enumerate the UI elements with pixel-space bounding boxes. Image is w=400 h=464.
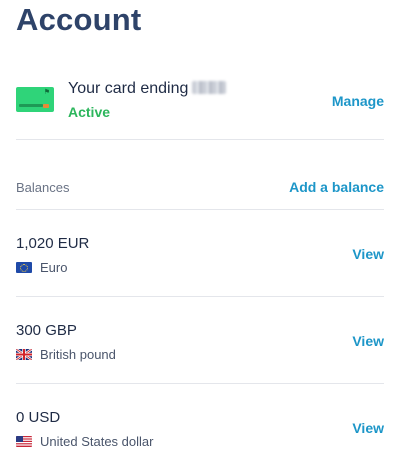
card-row: ⚑ Your card ending Active Manage bbox=[16, 78, 384, 126]
view-usd-button[interactable]: View bbox=[352, 420, 384, 436]
currency-name: Euro bbox=[40, 260, 68, 275]
balance-amount: 300 GBP bbox=[16, 322, 77, 339]
divider bbox=[16, 139, 384, 140]
balances-header: Balances Add a balance bbox=[16, 178, 384, 198]
card-title-label: Your card ending bbox=[68, 80, 189, 97]
card-title: Your card ending bbox=[68, 80, 227, 98]
balance-row-usd[interactable]: 0 USD United States dollar View bbox=[16, 409, 384, 464]
balance-amount: 0 USD bbox=[16, 409, 61, 426]
page-title: Account bbox=[16, 2, 142, 37]
balance-amount: 1,020 EUR bbox=[16, 235, 90, 252]
card-stripe bbox=[19, 104, 43, 107]
currency-name: United States dollar bbox=[40, 434, 154, 449]
currency-name: British pound bbox=[40, 347, 116, 362]
divider bbox=[16, 209, 384, 210]
divider bbox=[16, 296, 384, 297]
eu-flag-icon bbox=[16, 262, 32, 273]
card-number-redacted bbox=[192, 81, 227, 94]
card-chip bbox=[43, 104, 49, 108]
manage-card-button[interactable]: Manage bbox=[332, 93, 384, 109]
view-eur-button[interactable]: View bbox=[352, 246, 384, 262]
us-flag-icon bbox=[16, 436, 32, 447]
card-status: Active bbox=[68, 104, 111, 120]
view-gbp-button[interactable]: View bbox=[352, 333, 384, 349]
divider bbox=[16, 383, 384, 384]
balance-row-gbp[interactable]: 300 GBP British pound View bbox=[16, 322, 384, 392]
balance-row-eur[interactable]: 1,020 EUR Euro View bbox=[16, 235, 384, 305]
add-balance-button[interactable]: Add a balance bbox=[289, 179, 384, 195]
card-brand-mark: ⚑ bbox=[43, 89, 50, 96]
card-icon: ⚑ bbox=[16, 87, 54, 112]
balances-section-label: Balances bbox=[16, 180, 70, 195]
gb-flag-icon bbox=[16, 349, 32, 360]
